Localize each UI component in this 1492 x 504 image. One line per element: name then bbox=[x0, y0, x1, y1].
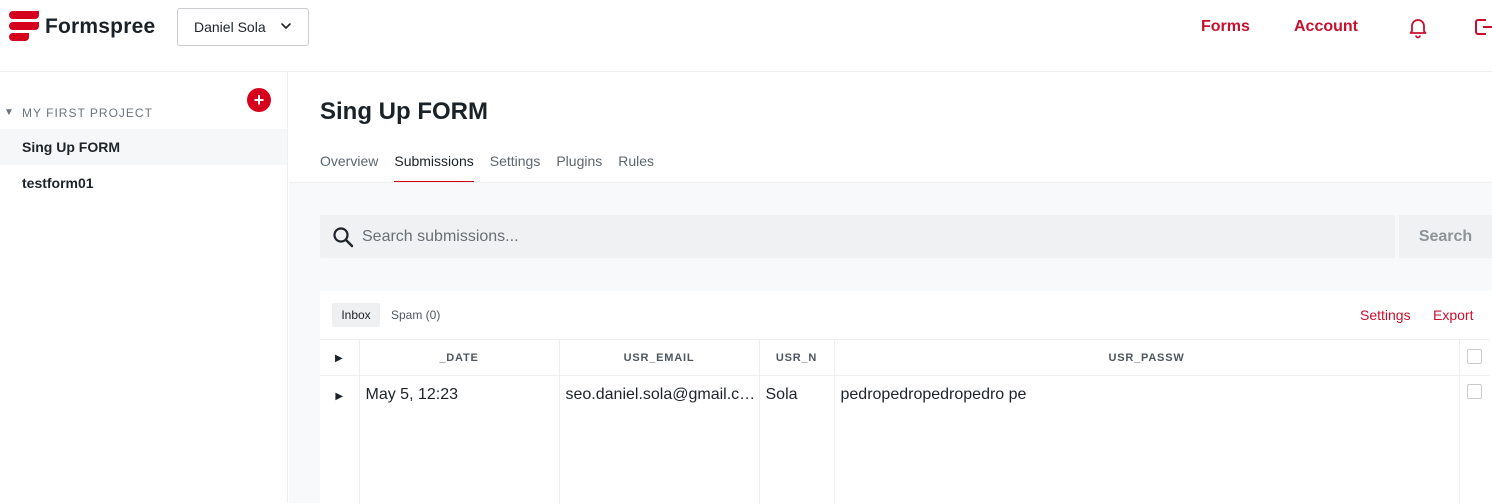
submissions-table: ▶ _DATE USR_EMAIL USR_N USR_PASSW ▶ May … bbox=[320, 339, 1490, 504]
logout-icon[interactable] bbox=[1474, 15, 1492, 39]
tab-settings[interactable]: Settings bbox=[490, 153, 541, 183]
bell-icon[interactable] bbox=[1406, 15, 1430, 39]
tab-rules[interactable]: Rules bbox=[618, 153, 654, 183]
select-all-cell[interactable] bbox=[1459, 339, 1490, 376]
form-tabs: Overview Submissions Settings Plugins Ru… bbox=[320, 153, 670, 183]
sidebar-item-label: Sing Up FORM bbox=[22, 139, 120, 155]
cell-email: seo.daniel.sola@gmail.com bbox=[559, 375, 760, 504]
search-bar bbox=[320, 215, 1395, 258]
spam-filter[interactable]: Spam (0) bbox=[391, 308, 440, 322]
column-header-password[interactable]: USR_PASSW bbox=[834, 339, 1460, 376]
add-form-button[interactable]: + bbox=[247, 88, 271, 112]
formspree-logo[interactable]: Formspree bbox=[9, 11, 155, 43]
column-header-name[interactable]: USR_N bbox=[759, 339, 835, 376]
select-all-checkbox[interactable] bbox=[1467, 348, 1483, 364]
nav-account-link[interactable]: Account bbox=[1294, 18, 1358, 36]
account-selector[interactable]: Daniel Sola bbox=[177, 8, 309, 46]
account-selector-label: Daniel Sola bbox=[194, 19, 266, 35]
caret-down-icon[interactable]: ▼ bbox=[4, 107, 14, 118]
main-content: Sing Up FORM Overview Submissions Settin… bbox=[289, 72, 1492, 504]
inbox-filter[interactable]: Inbox bbox=[332, 303, 380, 327]
search-icon bbox=[333, 227, 354, 248]
export-link[interactable]: Export bbox=[1433, 307, 1473, 323]
caret-right-icon[interactable]: ▶ bbox=[335, 353, 344, 364]
tab-submissions[interactable]: Submissions bbox=[394, 153, 475, 183]
column-header-email[interactable]: USR_EMAIL bbox=[559, 339, 760, 376]
page-title: Sing Up FORM bbox=[320, 98, 488, 125]
project-header[interactable]: ▼ MY FIRST PROJECT bbox=[0, 104, 288, 124]
sidebar-item-label: testform01 bbox=[22, 175, 94, 191]
cell-name: Sola bbox=[759, 375, 835, 504]
nav-forms-link[interactable]: Forms bbox=[1201, 18, 1250, 36]
expand-all-cell[interactable]: ▶ bbox=[320, 339, 360, 376]
project-name: MY FIRST PROJECT bbox=[22, 106, 153, 120]
search-input[interactable] bbox=[362, 215, 1382, 258]
formspree-logo-icon bbox=[9, 11, 39, 43]
cell-date: May 5, 12:23 bbox=[359, 375, 560, 504]
tab-plugins[interactable]: Plugins bbox=[556, 153, 602, 183]
sidebar: ▼ MY FIRST PROJECT + Sing Up FORM testfo… bbox=[0, 72, 288, 503]
caret-right-icon[interactable]: ▶ bbox=[335, 391, 343, 402]
brand-name: Formspree bbox=[45, 15, 156, 38]
table-row[interactable]: ▶ May 5, 12:23 seo.daniel.sola@gmail.com… bbox=[320, 375, 1490, 504]
plus-icon: + bbox=[253, 90, 265, 110]
row-checkbox[interactable] bbox=[1467, 384, 1483, 399]
cell-password: pedropedropedropedro pe bbox=[834, 375, 1460, 504]
search-button[interactable]: Search bbox=[1399, 215, 1492, 258]
submissions-settings-link[interactable]: Settings bbox=[1360, 307, 1411, 323]
top-navbar: Formspree Daniel Sola Forms Account bbox=[0, 0, 1492, 72]
chevron-down-icon bbox=[281, 23, 291, 29]
tab-overview[interactable]: Overview bbox=[320, 153, 378, 183]
column-header-date[interactable]: _DATE bbox=[359, 339, 560, 376]
sidebar-item-testform01[interactable]: testform01 bbox=[0, 165, 287, 201]
table-header-row: ▶ _DATE USR_EMAIL USR_N USR_PASSW bbox=[320, 339, 1490, 376]
sidebar-item-sing-up-form[interactable]: Sing Up FORM bbox=[0, 129, 287, 165]
submissions-card: Inbox Spam (0) Settings Export ▶ _DATE U… bbox=[320, 291, 1492, 504]
